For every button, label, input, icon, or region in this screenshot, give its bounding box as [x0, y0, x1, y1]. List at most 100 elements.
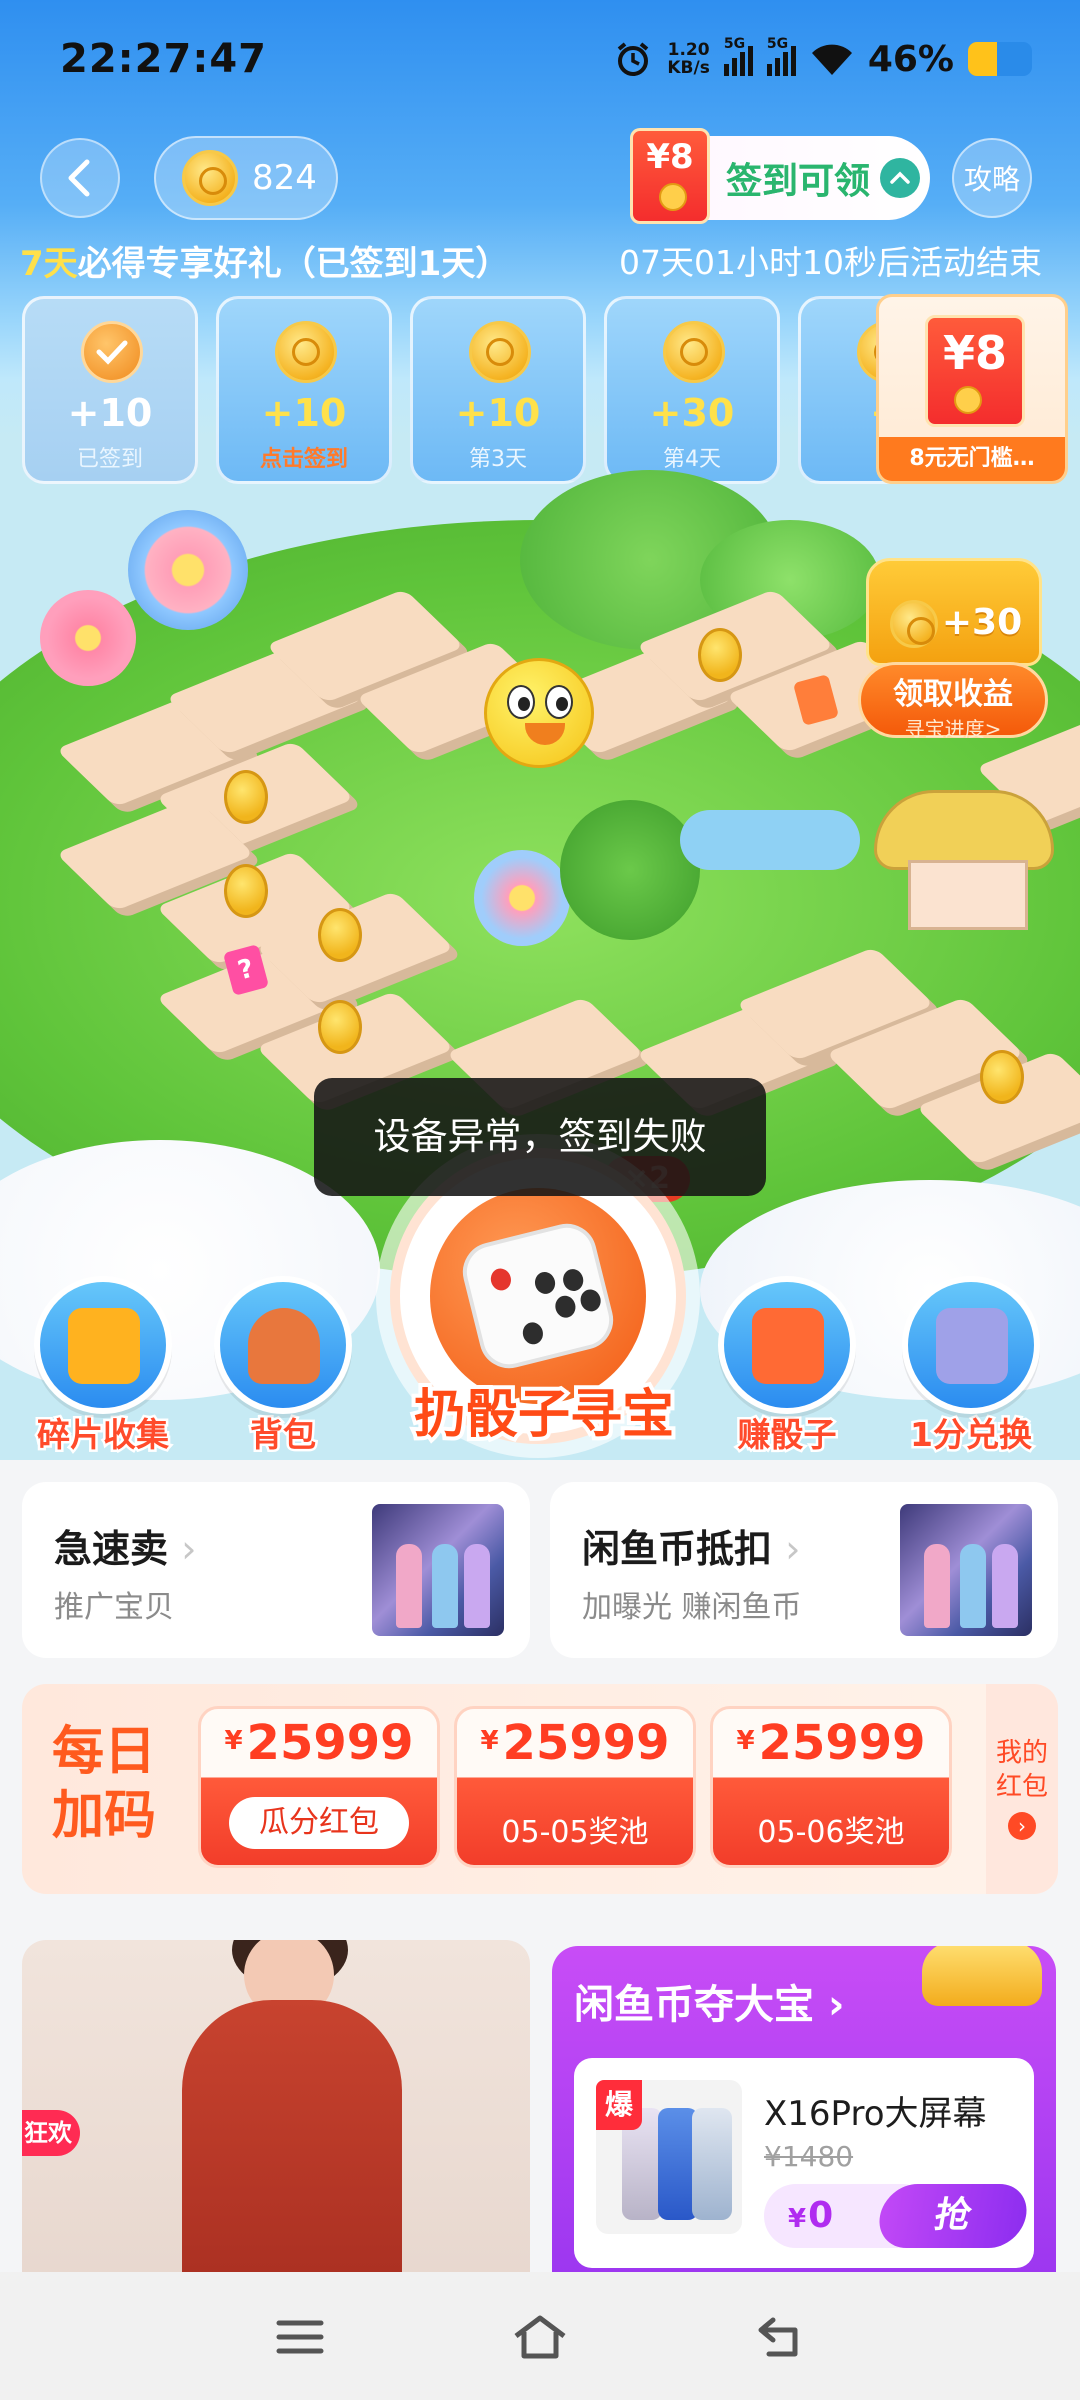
tree-bush [560, 800, 700, 940]
collect-earnings-label: 领取收益 [893, 677, 1013, 712]
day-amount: +10 [455, 391, 541, 435]
back-button[interactable] [40, 138, 120, 218]
alarm-icon [618, 42, 649, 76]
prize-original-price: ¥1480 [764, 2140, 854, 2173]
reward-label: 8元无门槛… [879, 437, 1065, 481]
menu-icon [276, 2320, 324, 2354]
red-packet-icon: ¥8 [925, 315, 1025, 427]
signal-icon: 5G [766, 36, 796, 76]
coin-icon [318, 1000, 362, 1054]
coin-treasure-title: 闲鱼币夺大宝 › [574, 1982, 845, 2028]
pond [680, 810, 860, 870]
coin-icon [275, 321, 337, 383]
reward-card[interactable]: ¥8 8元无门槛… [876, 294, 1068, 484]
coin-balance[interactable]: 824 [154, 136, 338, 220]
reward-amount: ¥8 [942, 326, 1007, 380]
chevron-right-icon: › [181, 1527, 197, 1571]
dice-icon [456, 1217, 620, 1375]
home-button[interactable] [500, 2302, 580, 2372]
bonus-value: ¥25999 [224, 1715, 414, 1771]
sim1-label: 5G [723, 36, 746, 52]
game-hero: 22:27:47 1.20 KB/s 5G 5G 46% 824 签到可领 ¥8… [0, 0, 1080, 1460]
promo-title: 7天必得专享好礼（已签到1天） [20, 236, 509, 285]
chevron-right-icon: › [785, 1527, 801, 1571]
countdown: 07天01小时10秒后活动结束 [619, 243, 1042, 282]
check-icon [81, 321, 143, 383]
backpack-icon [248, 1308, 320, 1384]
day-amount: +10 [261, 391, 347, 435]
collect-earnings-button[interactable]: 领取收益 寻宝进度> [858, 662, 1048, 741]
my-packet-link[interactable]: 我的红包 › [986, 1684, 1058, 1894]
bonus-value: ¥25999 [480, 1715, 670, 1771]
status-icons: 1.20 KB/s 5G 5G 46% [613, 34, 1032, 84]
quick-sell-card[interactable]: 急速卖 › 推广宝贝 [22, 1482, 530, 1658]
day-amount: +30 [649, 391, 735, 435]
card-title: 急速卖 › [54, 1527, 197, 1571]
status-time: 22:27:47 [60, 36, 267, 82]
coin-icon [224, 864, 268, 918]
chevron-left-icon [68, 159, 90, 197]
player-character [484, 658, 594, 768]
back-icon [758, 2317, 798, 2357]
earn-dice-button[interactable]: 赚骰子 [712, 1276, 862, 1457]
flower-decoration [128, 510, 248, 630]
hot-tag: 爆 [596, 2080, 642, 2130]
earn-dice-label: 赚骰子 [735, 1413, 839, 1457]
card-subtitle: 推广宝贝 [54, 1590, 174, 1625]
day-card-2[interactable]: +10 点击签到 [216, 296, 392, 484]
chevron-right-icon: › [827, 1982, 845, 2028]
bonus-value: ¥25999 [736, 1715, 926, 1771]
split-packet-button[interactable]: 瓜分红包 [229, 1797, 409, 1849]
battery-icon [968, 42, 1032, 76]
coin-treasure-card[interactable]: 闲鱼币夺大宝 › 爆 X16Pro大屏幕 ¥1480 ¥0 抢 [552, 1946, 1056, 2272]
treasure-amount: +30 [941, 602, 1023, 643]
home-icon [514, 2315, 566, 2359]
net-speed: 1.20 KB/s [667, 41, 709, 77]
daily-bonus-banner: 每日加码 ¥25999 瓜分红包 ¥25999 05-05奖池 ¥25999 0… [22, 1684, 1058, 1894]
status-bar: 22:27:47 1.20 KB/s 5G 5G 46% [0, 0, 1080, 120]
signin-label: 签到可领 [726, 152, 870, 204]
battery-percent: 46% [867, 38, 954, 80]
exchange-button[interactable]: 1分兑换 [896, 1276, 1046, 1457]
bonus-item[interactable]: ¥25999 05-05奖池 [454, 1706, 696, 1868]
bonus-pool-label: 05-06奖池 [757, 1815, 905, 1850]
treasure-widget[interactable]: +30 领取收益 寻宝进度> [856, 550, 1052, 741]
day-amount: +10 [67, 391, 153, 435]
guide-button[interactable]: 攻略 [952, 138, 1032, 218]
product-card[interactable]: 狂欢 [22, 1940, 530, 2272]
grab-button[interactable]: 抢 [874, 2184, 1032, 2248]
sim2-label: 5G [766, 36, 789, 52]
day-card-4: +30 第4天 [604, 296, 780, 484]
backpack-button[interactable]: 背包 [208, 1276, 358, 1457]
promo-highlight: 7天 [20, 244, 78, 284]
system-nav-bar [0, 2272, 1080, 2400]
prize-item[interactable]: 爆 X16Pro大屏幕 ¥1480 ¥0 抢 [574, 2058, 1034, 2268]
ticket-icon [68, 1308, 140, 1384]
bonus-pool-label: 05-05奖池 [501, 1815, 649, 1850]
chevron-right-icon: › [1008, 1812, 1036, 1840]
coin-count: 824 [252, 158, 317, 198]
day-card-3: +10 第3天 [410, 296, 586, 484]
fragments-button[interactable]: 碎片收集 [28, 1276, 178, 1457]
bonus-item[interactable]: ¥25999 瓜分红包 [198, 1706, 440, 1868]
coin-icon [698, 628, 742, 682]
day-label: 第3天 [469, 447, 527, 472]
prize-name: X16Pro大屏幕 [764, 2094, 987, 2134]
coin-icon [469, 321, 531, 383]
flower-decoration [474, 850, 570, 946]
signin-amount: ¥8 [646, 137, 694, 177]
coin-icon [663, 321, 725, 383]
coin-icon [224, 770, 268, 824]
coin-deduct-card[interactable]: 闲鱼币抵扣 › 加曝光 赚闲鱼币 [550, 1482, 1058, 1658]
promo-text: 必得专享好礼（已签到1天） [77, 244, 510, 284]
prize-box-icon [936, 1308, 1008, 1384]
bonus-item[interactable]: ¥25999 05-06奖池 [710, 1706, 952, 1868]
red-packet-icon: ¥8 [630, 128, 710, 224]
dice-title: 扔骰子寻宝 [410, 1381, 678, 1449]
day-label: 点击签到 [259, 447, 348, 472]
menu-button[interactable] [260, 2302, 340, 2372]
card-title: 闲鱼币抵扣 › [582, 1527, 801, 1571]
back-nav-button[interactable] [742, 2302, 822, 2372]
my-packet-label: 我的红包 [995, 1738, 1048, 1802]
product-image [182, 2000, 402, 2272]
